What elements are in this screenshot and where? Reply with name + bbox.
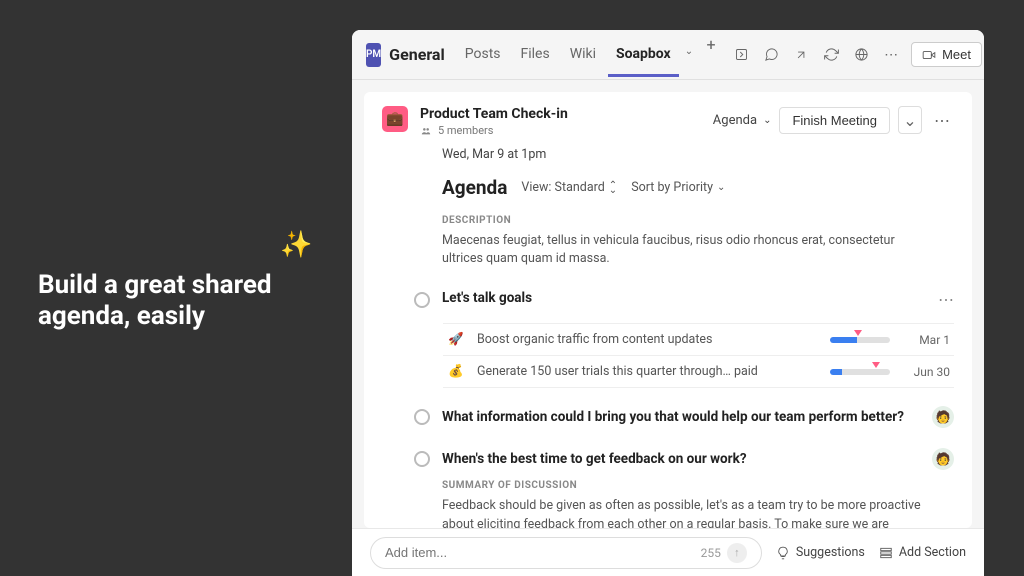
promo-line2: agenda, easily bbox=[38, 301, 272, 332]
description-label: DESCRIPTION bbox=[442, 215, 954, 226]
app-icon: 💼 bbox=[382, 106, 408, 132]
tabs: Posts Files Wiki Soapbox ⌄ + bbox=[457, 32, 723, 77]
sort-arrows-icon: ⌃⌄ bbox=[609, 183, 617, 193]
chevron-down-icon: ⌄ bbox=[717, 182, 725, 193]
add-section-button[interactable]: Add Section bbox=[879, 545, 966, 560]
progress-slider[interactable] bbox=[830, 369, 890, 375]
moneybag-icon: 💰 bbox=[447, 364, 465, 379]
add-tab-button[interactable]: + bbox=[699, 32, 723, 56]
view-selector[interactable]: View: Standard ⌃⌄ bbox=[521, 180, 617, 195]
tab-posts[interactable]: Posts bbox=[457, 32, 509, 77]
agenda-item: When's the best time to get feedback on … bbox=[414, 448, 954, 470]
tab-files[interactable]: Files bbox=[513, 32, 558, 77]
add-item-input-wrap: 255 ↑ bbox=[370, 537, 762, 569]
lightbulb-icon bbox=[776, 546, 790, 560]
meeting-card: 💼 Product Team Check-in 5 members Agenda… bbox=[364, 92, 972, 528]
meet-button[interactable]: Meet bbox=[911, 42, 982, 67]
item-more-icon[interactable]: ⋯ bbox=[938, 290, 954, 309]
suggestions-button[interactable]: Suggestions bbox=[776, 545, 865, 560]
people-icon bbox=[420, 126, 432, 136]
agenda-dropdown[interactable]: Agenda ⌄ bbox=[713, 113, 772, 128]
progress-slider[interactable] bbox=[830, 337, 890, 343]
char-count: 255 ↑ bbox=[701, 543, 747, 563]
more-icon[interactable]: ⋯ bbox=[881, 45, 901, 65]
team-badge[interactable]: PM bbox=[366, 43, 381, 67]
item-checkbox[interactable] bbox=[414, 451, 430, 467]
item-title[interactable]: Let's talk goals bbox=[442, 290, 926, 306]
avatar[interactable]: 🧑 bbox=[932, 448, 954, 470]
globe-icon[interactable] bbox=[851, 45, 871, 65]
sort-selector[interactable]: Sort by Priority ⌄ bbox=[631, 180, 725, 195]
chevron-down-icon: ⌄ bbox=[763, 115, 771, 126]
finish-meeting-dropdown[interactable]: ⌄ bbox=[898, 106, 922, 134]
goal-text: Generate 150 user trials this quarter th… bbox=[477, 364, 818, 379]
expand-icon[interactable] bbox=[731, 45, 751, 65]
triangle-indicator-icon bbox=[872, 362, 880, 368]
popout-icon[interactable] bbox=[791, 45, 811, 65]
tab-chevron-down-icon[interactable]: ⌄ bbox=[683, 32, 695, 77]
goal-text: Boost organic traffic from content updat… bbox=[477, 332, 818, 347]
card-header: 💼 Product Team Check-in 5 members Agenda… bbox=[382, 106, 954, 137]
finish-meeting-button[interactable]: Finish Meeting bbox=[779, 107, 890, 134]
promo-line1: Build a great shared bbox=[38, 270, 272, 301]
goal-date: Jun 30 bbox=[902, 365, 950, 379]
footer: 255 ↑ Suggestions Add Section bbox=[352, 528, 984, 576]
sparkle-icon: ✨ bbox=[280, 230, 312, 260]
item-checkbox[interactable] bbox=[414, 409, 430, 425]
titlebar: PM General Posts Files Wiki Soapbox ⌄ + … bbox=[352, 30, 984, 80]
send-button[interactable]: ↑ bbox=[727, 543, 747, 563]
card-more-icon[interactable]: ⋯ bbox=[930, 111, 954, 130]
channel-name[interactable]: General bbox=[389, 45, 445, 64]
item-title[interactable]: When's the best time to get feedback on … bbox=[442, 451, 920, 467]
summary-label: SUMMARY OF DISCUSSION bbox=[442, 480, 954, 491]
summary-text: Feedback should be given as often as pos… bbox=[442, 497, 954, 528]
title-actions: ⋯ Meet ⌄ bbox=[731, 42, 984, 68]
agenda-item: Let's talk goals ⋯ bbox=[414, 290, 954, 309]
refresh-icon[interactable] bbox=[821, 45, 841, 65]
tab-soapbox[interactable]: Soapbox bbox=[608, 32, 679, 77]
tab-wiki[interactable]: Wiki bbox=[562, 32, 604, 77]
goal-row[interactable]: 💰 Generate 150 user trials this quarter … bbox=[443, 355, 954, 388]
item-checkbox[interactable] bbox=[414, 292, 430, 308]
goals-list: 🚀 Boost organic traffic from content upd… bbox=[443, 323, 954, 388]
avatar[interactable]: 🧑 bbox=[932, 406, 954, 428]
goal-date: Mar 1 bbox=[902, 333, 950, 347]
meeting-date: Wed, Mar 9 at 1pm bbox=[442, 147, 954, 162]
content-area: 💼 Product Team Check-in 5 members Agenda… bbox=[352, 80, 984, 528]
members-count[interactable]: 5 members bbox=[420, 124, 568, 137]
promo-headline: Build a great shared agenda, easily bbox=[38, 270, 272, 332]
add-item-input[interactable] bbox=[385, 545, 701, 560]
rocket-icon: 🚀 bbox=[447, 332, 465, 347]
agenda-item: What information could I bring you that … bbox=[414, 406, 954, 428]
goal-row[interactable]: 🚀 Boost organic traffic from content upd… bbox=[443, 323, 954, 355]
app-window: PM General Posts Files Wiki Soapbox ⌄ + … bbox=[352, 30, 984, 576]
triangle-indicator-icon bbox=[854, 330, 862, 336]
description-text: Maecenas feugiat, tellus in vehicula fau… bbox=[442, 232, 954, 268]
section-icon bbox=[879, 546, 893, 560]
agenda-heading: Agenda bbox=[442, 176, 507, 199]
meeting-title: Product Team Check-in bbox=[420, 106, 568, 122]
chat-icon[interactable] bbox=[761, 45, 781, 65]
meet-label: Meet bbox=[942, 47, 971, 62]
item-title[interactable]: What information could I bring you that … bbox=[442, 409, 920, 425]
video-icon bbox=[922, 48, 936, 62]
